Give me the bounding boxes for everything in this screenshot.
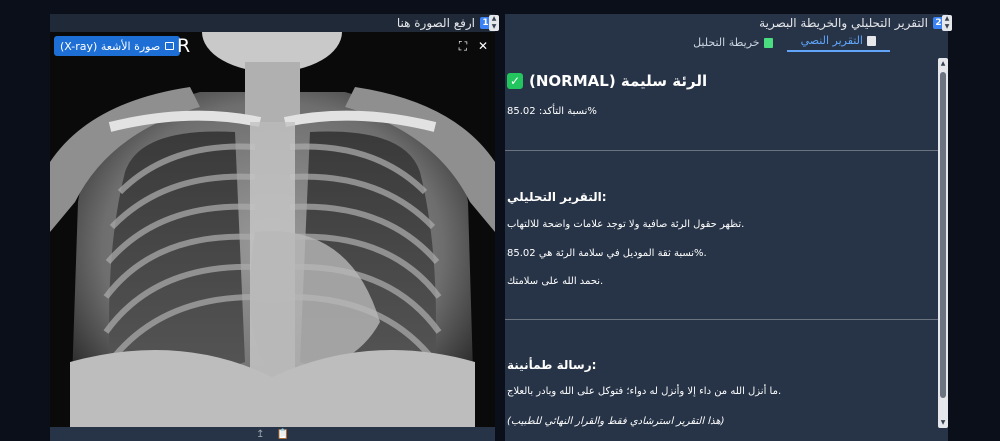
check-icon: ✓ — [507, 73, 523, 89]
scroll-up-icon[interactable]: ▲ — [938, 60, 948, 67]
scrollbar-thumb[interactable] — [940, 72, 946, 398]
upload-panel-header: 1 ارفع الصورة هنا ▲ ▼ — [50, 14, 499, 32]
tab-analysis-map[interactable]: خريطة التحليل — [679, 36, 786, 52]
diagnosis-status: الرئة سليمة (NORMAL) — [529, 72, 708, 90]
image-file-icon — [165, 42, 175, 50]
report-panel-title: التقرير التحليلي والخريطة البصرية — [759, 16, 928, 30]
panel-resize-stepper[interactable]: ▲ ▼ — [489, 15, 499, 31]
report-panel: 2 التقرير التحليلي والخريطة البصرية ▲ ▼ ا… — [505, 14, 952, 441]
image-label-text: صورة الأشعة (X-ray) — [60, 39, 161, 53]
fullscreen-icon[interactable]: ⛶ — [455, 38, 471, 54]
tab-label: التقرير النصي — [800, 34, 863, 47]
confidence-line: %نسبة التأكد: 85.02 — [507, 106, 597, 117]
report-scrollbar[interactable]: ▲ ▼ — [938, 58, 948, 428]
clipboard-icon[interactable]: 📋 — [276, 429, 288, 440]
hadith-text: .ما أنزل الله من داء إلا وأنزل له دواء؛ … — [507, 386, 782, 397]
tab-label: خريطة التحليل — [693, 36, 760, 49]
image-toolbar: ⛶ ✕ — [455, 38, 491, 54]
chart-image-icon — [763, 37, 773, 48]
reassurance-heading: :رسالة طمأنينة — [507, 358, 597, 372]
scroll-down-icon[interactable]: ▼ — [938, 419, 948, 426]
upload-panel-title: ارفع الصورة هنا — [396, 16, 475, 30]
disclaimer-text: (هذا التقرير استرشادي فقط والقرار النهائ… — [507, 416, 725, 427]
model-confidence-text: .%نسبة ثقة الموديل في سلامة الرئة هي 85.… — [507, 248, 707, 259]
report-panel-header: 2 التقرير التحليلي والخريطة البصرية ▲ ▼ — [505, 14, 952, 32]
divider — [505, 150, 938, 151]
report-content: ✓ الرئة سليمة (NORMAL) %نسبة التأكد: 85.… — [505, 54, 938, 429]
analysis-heading: :التقرير التحليلي — [507, 190, 607, 204]
divider — [505, 319, 938, 320]
panel-resize-stepper[interactable]: ▲ ▼ — [942, 15, 952, 31]
upload-bottom-bar: ↥ 📋 — [50, 427, 495, 441]
report-tabs: التقرير النصي خريطة التحليل — [505, 32, 948, 52]
xray-image-viewer[interactable]: صورة الأشعة (X-ray) R ⛶ ✕ — [50, 32, 495, 441]
xray-image-label: صورة الأشعة (X-ray) — [54, 36, 181, 56]
orientation-marker: R — [177, 35, 191, 57]
chest-xray-image — [50, 32, 495, 441]
status-row: ✓ الرئة سليمة (NORMAL) — [507, 72, 707, 90]
praise-text: .نحمد الله على سلامتك — [507, 276, 604, 287]
upload-icon[interactable]: ↥ — [256, 429, 264, 440]
analysis-text: .تظهر حقول الرئة صافية ولا توجد علامات و… — [507, 219, 745, 230]
tab-text-report[interactable]: التقرير النصي — [786, 34, 890, 52]
upload-panel: 1 ارفع الصورة هنا ▲ ▼ صورة الأشعة (X-ray… — [50, 14, 499, 441]
document-icon — [867, 35, 876, 46]
close-icon[interactable]: ✕ — [475, 38, 491, 54]
